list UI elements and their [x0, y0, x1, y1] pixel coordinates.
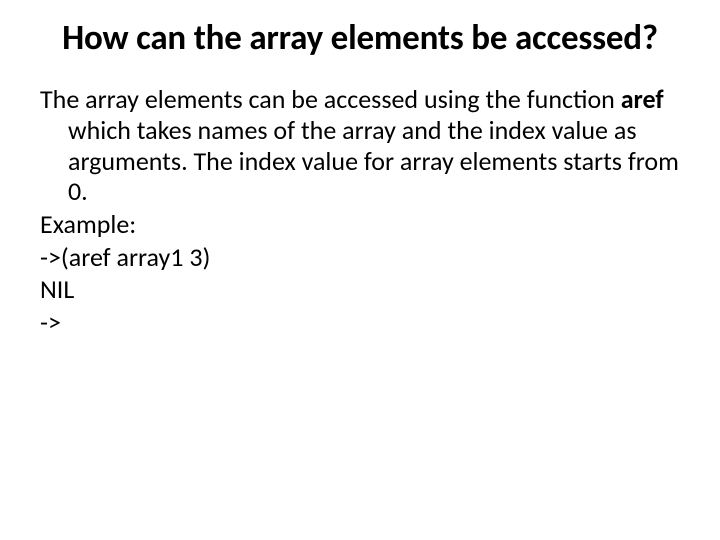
slide: How can the array elements be accessed? …	[0, 0, 720, 540]
para-pre: The array elements can be accessed using…	[40, 83, 621, 115]
slide-title: How can the array elements be accessed?	[40, 18, 680, 58]
body-line-nil: NIL	[40, 274, 680, 305]
body-paragraph: The array elements can be accessed using…	[40, 84, 680, 207]
para-bold: aref	[621, 83, 664, 115]
slide-body: The array elements can be accessed using…	[40, 84, 680, 337]
body-line-code: ->(aref array1 3)	[40, 242, 680, 273]
body-line-prompt: ->	[40, 307, 680, 338]
para-post: which takes names of the array and the i…	[68, 114, 679, 207]
body-line-example: Example:	[40, 209, 680, 240]
